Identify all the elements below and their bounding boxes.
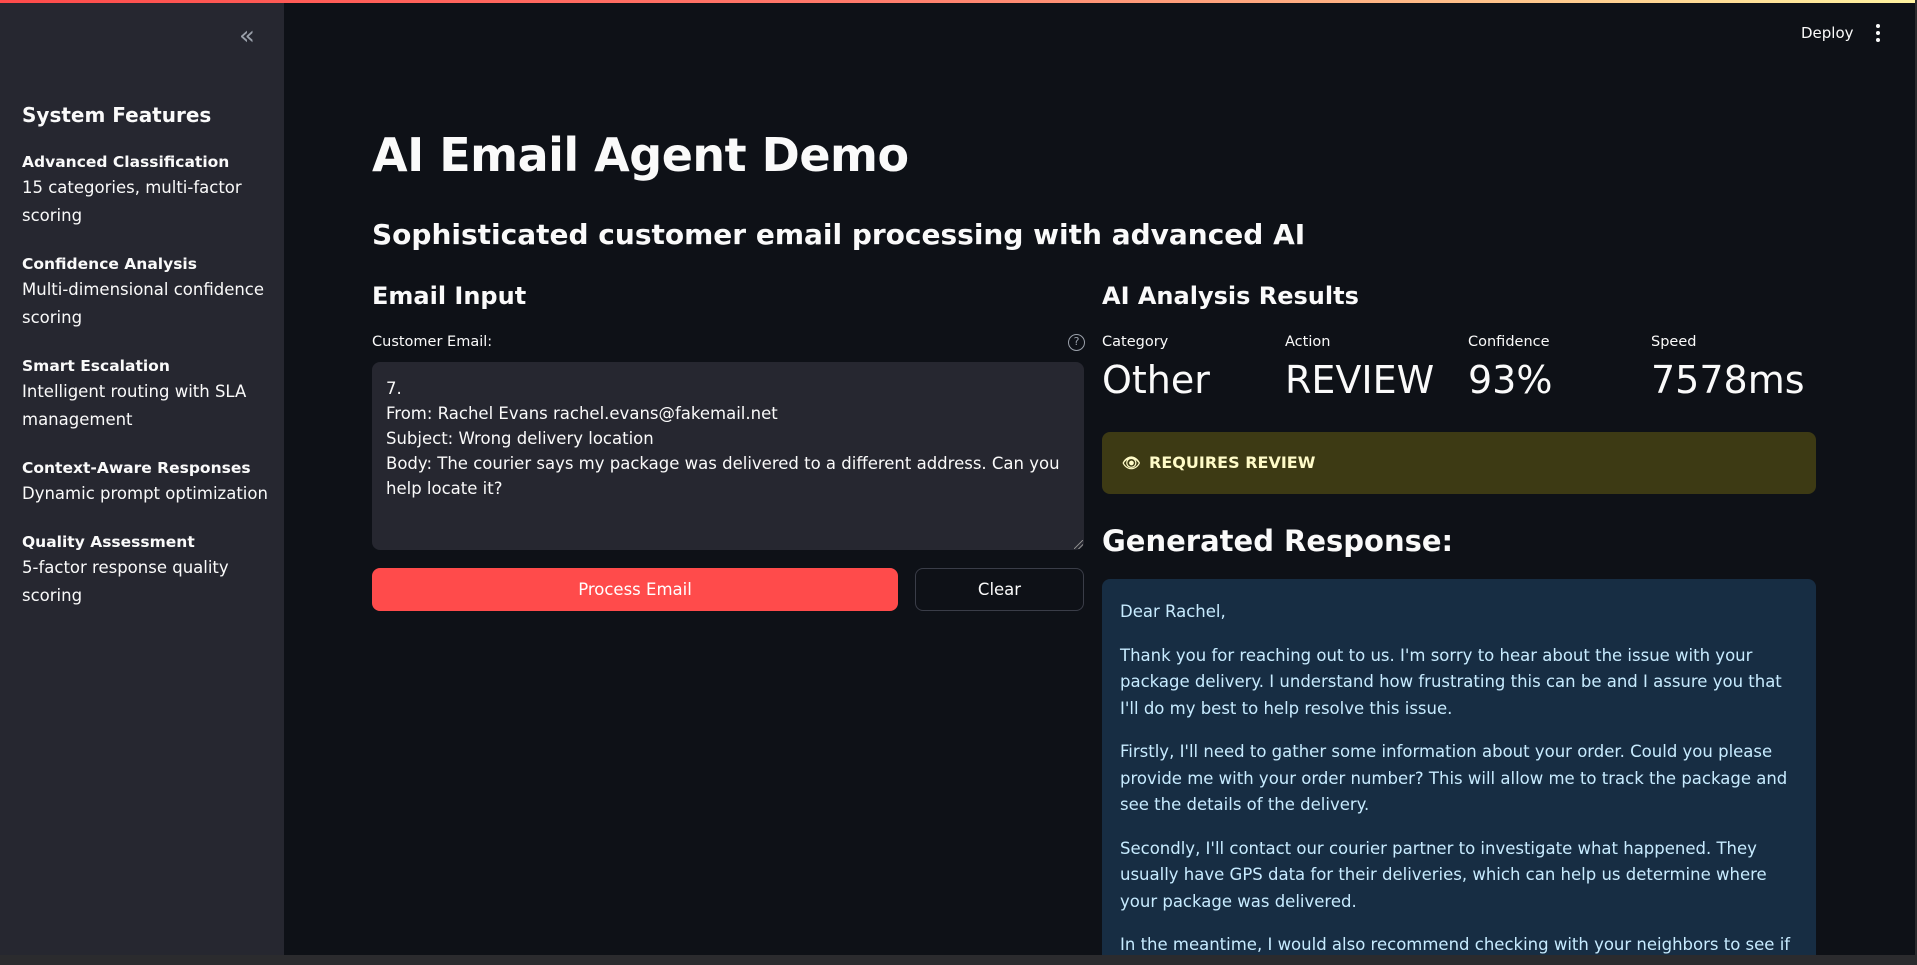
feature-title: Context-Aware Responses [22, 459, 251, 477]
response-paragraph: Firstly, I'll need to gather some inform… [1120, 742, 1788, 814]
feature-confidence-analysis: Confidence Analysis Multi-dimensional co… [22, 252, 272, 332]
feature-context-aware-responses: Context-Aware Responses Dynamic prompt o… [22, 456, 272, 508]
top-decoration-bar [0, 0, 1915, 3]
eye-icon: 👁 [1122, 454, 1142, 472]
feature-advanced-classification: Advanced Classification 15 categories, m… [22, 150, 272, 230]
page-subtitle: Sophisticated customer email processing … [372, 218, 1306, 251]
feature-title: Smart Escalation [22, 357, 170, 375]
metric-speed: Speed 7578ms [1651, 334, 1831, 402]
feature-description: 5-factor response quality scoring [22, 558, 229, 605]
more-options-icon[interactable] [1868, 21, 1888, 49]
response-paragraph: In the meantime, I would also recommend … [1120, 935, 1791, 954]
feature-description: Dynamic prompt optimization [22, 484, 268, 503]
response-paragraph: Secondly, I'll contact our courier partn… [1120, 838, 1767, 911]
metric-label: Speed [1651, 334, 1697, 350]
feature-smart-escalation: Smart Escalation Intelligent routing wit… [22, 354, 272, 434]
metric-action: Action REVIEW [1285, 334, 1465, 402]
sidebar-heading: System Features [22, 103, 212, 127]
feature-description: Multi-dimensional confidence scoring [22, 280, 265, 327]
customer-email-textarea[interactable]: 7. From: Rachel Evans rachel.evans@fakem… [372, 362, 1084, 550]
deploy-button[interactable]: Deploy [1795, 20, 1860, 46]
metric-label: Confidence [1468, 334, 1550, 350]
customer-email-label: Customer Email: [372, 334, 493, 350]
metric-label: Category [1102, 334, 1169, 350]
help-icon[interactable]: ? [1068, 334, 1085, 351]
feature-description: 15 categories, multi-factor scoring [22, 178, 242, 225]
feature-quality-assessment: Quality Assessment 5-factor response qua… [22, 530, 272, 610]
feature-title: Quality Assessment [22, 533, 195, 551]
metric-value: 7578ms [1651, 358, 1805, 402]
metric-label: Action [1285, 334, 1331, 350]
metric-value: REVIEW [1285, 358, 1435, 402]
metric-confidence: Confidence 93% [1468, 334, 1648, 402]
process-email-button[interactable]: Process Email [372, 568, 898, 611]
requires-review-banner: 👁 REQUIRES REVIEW [1102, 432, 1816, 494]
feature-title: Advanced Classification [22, 153, 230, 171]
response-paragraph: Dear Rachel, [1120, 602, 1226, 621]
resize-handle-icon[interactable] [1074, 540, 1083, 549]
feature-title: Confidence Analysis [22, 255, 197, 273]
clear-button[interactable]: Clear [915, 568, 1084, 611]
page-title: AI Email Agent Demo [372, 128, 909, 182]
feature-description: Intelligent routing with SLA management [22, 382, 247, 429]
email-input-heading: Email Input [372, 282, 527, 310]
metric-category: Category Other [1102, 334, 1282, 402]
sidebar: « System Features Advanced Classificatio… [0, 3, 284, 955]
response-paragraph: Thank you for reaching out to us. I'm so… [1120, 645, 1782, 718]
metric-value: Other [1102, 358, 1210, 402]
analysis-results-heading: AI Analysis Results [1102, 282, 1359, 310]
generated-response-heading: Generated Response: [1102, 524, 1454, 558]
generated-response-box: Dear Rachel, Thank you for reaching out … [1102, 579, 1816, 955]
banner-text: REQUIRES REVIEW [1149, 453, 1316, 472]
app-window: « System Features Advanced Classificatio… [0, 0, 1917, 955]
collapse-sidebar-icon[interactable]: « [230, 19, 264, 53]
metric-value: 93% [1468, 358, 1553, 402]
